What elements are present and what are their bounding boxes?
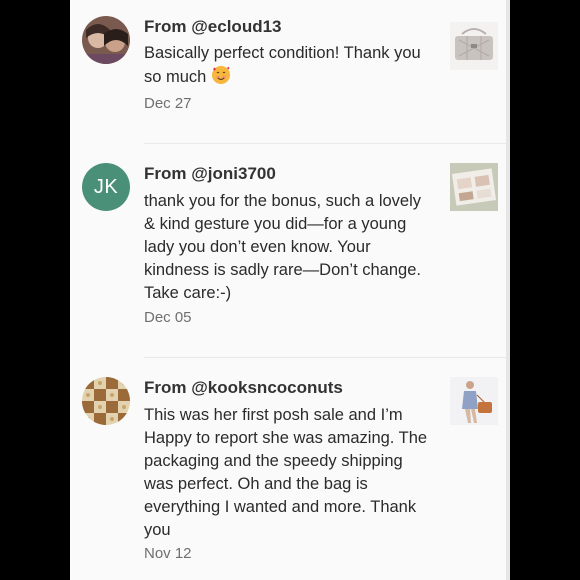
review-author[interactable]: From @joni3700 xyxy=(144,164,276,184)
review-text: Basically perfect condition! Thank you s… xyxy=(144,42,434,89)
review-text: thank you for the bonus, such a lovely &… xyxy=(144,192,422,302)
smiling-face-with-hearts-icon xyxy=(211,66,230,84)
divider xyxy=(144,143,506,144)
listing-thumbnail[interactable] xyxy=(450,377,498,425)
review-author[interactable]: From @kooksncoconuts xyxy=(144,378,343,398)
user-avatar[interactable] xyxy=(82,16,130,64)
review-text: This was her first posh sale and I’m Hap… xyxy=(144,406,428,539)
reviews-panel: From @ecloud13 Basically perfect conditi… xyxy=(70,0,506,580)
divider xyxy=(144,357,506,358)
listing-thumbnail[interactable] xyxy=(450,163,498,211)
review-text-content: Basically perfect condition! Thank you s… xyxy=(144,44,421,86)
avatar-initials: JK xyxy=(93,175,119,198)
review-date: Nov 12 xyxy=(144,545,192,562)
avatar-photo-icon xyxy=(82,16,130,64)
review-author[interactable]: From @ecloud13 xyxy=(144,17,282,37)
model-with-bag-thumbnail-icon xyxy=(450,377,498,425)
screen: From @ecloud13 Basically perfect conditi… xyxy=(0,0,580,580)
planner-thumbnail-icon xyxy=(450,163,498,211)
user-avatar[interactable]: JK xyxy=(82,163,130,211)
user-avatar[interactable] xyxy=(82,377,130,425)
checkerboard-avatar-icon xyxy=(82,377,130,425)
review-date: Dec 27 xyxy=(144,95,192,112)
bag-thumbnail-icon xyxy=(450,22,498,70)
scrollbar[interactable] xyxy=(506,0,510,580)
listing-thumbnail[interactable] xyxy=(450,22,498,70)
review-date: Dec 05 xyxy=(144,309,192,326)
